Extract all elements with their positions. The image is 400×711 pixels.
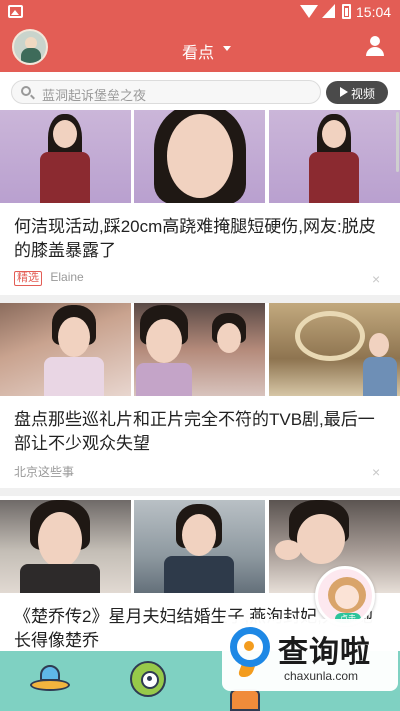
thumbnail-image bbox=[269, 110, 400, 203]
watermark-url: chaxunla.com bbox=[284, 669, 359, 683]
promo-bubble[interactable]: 点击 bbox=[315, 566, 375, 626]
avatar[interactable] bbox=[12, 29, 48, 65]
chevron-down-icon[interactable] bbox=[223, 46, 231, 51]
monster-icon[interactable] bbox=[130, 661, 166, 697]
source-label: Elaine bbox=[50, 270, 84, 284]
headline[interactable]: 盘点那些巡礼片和正片完全不符的TVB剧,最后一部让不少观众失望 bbox=[14, 408, 386, 456]
close-icon[interactable]: × bbox=[372, 464, 380, 480]
video-button-label: 视频 bbox=[351, 87, 376, 101]
search-input[interactable]: 蓝洞起诉堡垒之夜 bbox=[11, 80, 321, 104]
thumbnail-image bbox=[134, 110, 265, 203]
gallery-icon bbox=[8, 5, 23, 18]
ufo-icon[interactable] bbox=[30, 665, 70, 695]
watermark: 查询啦 chaxunla.com bbox=[222, 619, 398, 691]
thumbnail-row bbox=[0, 110, 400, 203]
wifi-icon bbox=[300, 5, 318, 18]
list-item[interactable]: 盘点那些巡礼片和正片完全不符的TVB剧,最后一部让不少观众失望 北京这些事 × bbox=[0, 303, 400, 488]
signal-icon bbox=[322, 4, 335, 18]
thumbnail-row bbox=[0, 303, 400, 396]
search-bar: 蓝洞起诉堡垒之夜 视频 bbox=[0, 72, 400, 110]
app-header: 看点 bbox=[0, 24, 400, 72]
status-bar: 15:04 bbox=[0, 0, 400, 24]
headline[interactable]: 何洁现活动,踩20cm高跷难掩腿短硬伤,网友:脱皮的膝盖暴露了 bbox=[14, 215, 386, 263]
thumbnail-image bbox=[0, 110, 131, 203]
battery-icon bbox=[342, 4, 351, 19]
thumbnail-image bbox=[134, 303, 265, 396]
thumbnail-image bbox=[134, 500, 265, 593]
list-item[interactable]: 何洁现活动,踩20cm高跷难掩腿短硬伤,网友:脱皮的膝盖暴露了 精选 Elain… bbox=[0, 110, 400, 295]
watermark-logo-icon bbox=[228, 625, 272, 677]
search-icon bbox=[21, 86, 31, 96]
divider bbox=[0, 488, 400, 496]
thumbnail-image bbox=[0, 500, 131, 593]
user-icon[interactable] bbox=[365, 36, 385, 58]
item-meta: 精选 Elaine bbox=[14, 270, 84, 286]
thumbnail-image bbox=[0, 303, 131, 396]
search-placeholder: 蓝洞起诉堡垒之夜 bbox=[42, 88, 147, 103]
video-button[interactable]: 视频 bbox=[326, 81, 388, 104]
thumbnail-image bbox=[269, 303, 400, 396]
tab-icon[interactable] bbox=[230, 689, 260, 711]
page-title[interactable]: 看点 bbox=[182, 39, 214, 63]
watermark-text: 查询啦 bbox=[278, 636, 371, 669]
source-label: 北京这些事 bbox=[14, 465, 75, 479]
play-icon bbox=[340, 87, 348, 97]
status-time: 15:04 bbox=[356, 4, 392, 20]
item-meta: 北京这些事 bbox=[14, 463, 74, 479]
scrollbar[interactable] bbox=[396, 112, 399, 172]
close-icon[interactable]: × bbox=[372, 271, 380, 287]
divider bbox=[0, 295, 400, 303]
featured-badge: 精选 bbox=[14, 271, 42, 286]
